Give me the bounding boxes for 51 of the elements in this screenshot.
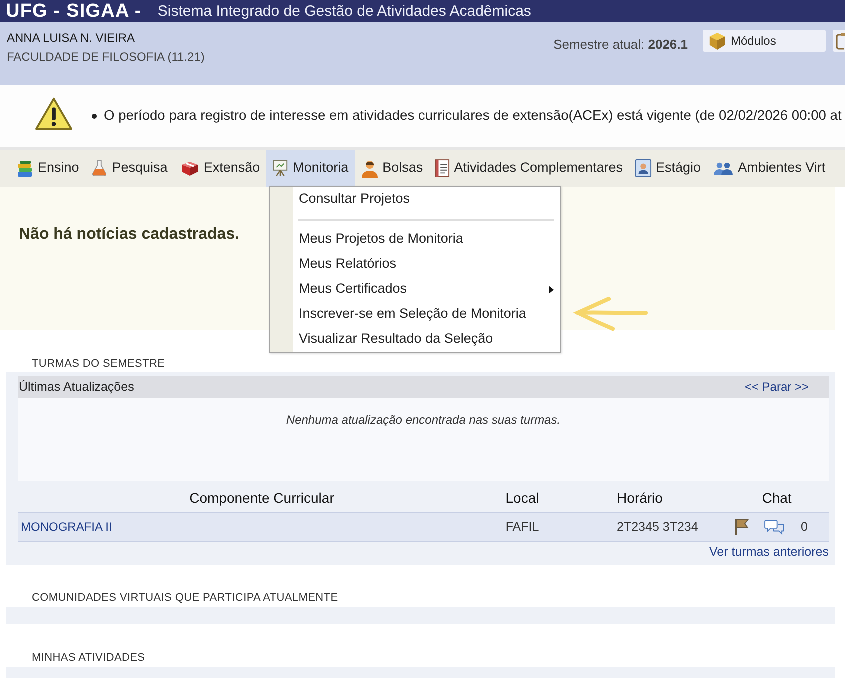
menu-tab[interactable]: Pesquisa bbox=[85, 150, 174, 187]
stop-link[interactable]: << Parar >> bbox=[744, 378, 809, 396]
menu-item[interactable]: Meus Projetos de Monitoria bbox=[270, 227, 560, 252]
modules-button[interactable]: Módulos bbox=[703, 30, 826, 52]
id-card-icon bbox=[635, 159, 652, 178]
section-title: COMUNIDADES VIRTUAIS QUE PARTICIPA ATUALMENTE bbox=[31, 591, 340, 606]
system-title: Sistema Integrado de Gestão de Atividades Acadêmicas bbox=[158, 4, 532, 18]
easel-icon bbox=[272, 160, 290, 177]
menu-item[interactable]: Inscrever-se em Seleção de Monitoria bbox=[270, 302, 560, 327]
previous-classes-link[interactable]: Ver turmas anteriores bbox=[710, 545, 829, 560]
brand-title: UFG - SIGAA - bbox=[5, 2, 142, 20]
bullet-icon bbox=[92, 114, 97, 118]
column-header: Componente Curricular bbox=[188, 489, 336, 508]
document-icon bbox=[435, 159, 450, 178]
menu-tab[interactable]: Ambientes Virt bbox=[707, 150, 832, 187]
menu-tab[interactable]: Estágio bbox=[629, 150, 708, 187]
flask-icon bbox=[91, 160, 108, 177]
column-header: Horário bbox=[616, 489, 664, 508]
clipboard-icon bbox=[836, 32, 845, 50]
section-title: TURMAS DO SEMESTRE bbox=[31, 357, 166, 372]
books-icon bbox=[16, 160, 34, 178]
toolbar-button[interactable] bbox=[833, 30, 845, 52]
section-title: MINHAS ATIVIDADES bbox=[31, 651, 146, 666]
menu-tab[interactable]: Extensão bbox=[174, 150, 266, 187]
user-name: ANNA LUISA N. VIEIRA bbox=[7, 31, 136, 46]
course-link[interactable]: MONOGRAFIA II bbox=[21, 520, 112, 534]
column-header: Chat bbox=[761, 489, 793, 508]
menu-tab[interactable]: Ensino bbox=[10, 150, 86, 187]
column-header: Local bbox=[504, 489, 540, 508]
semester-label: Semestre atual: 2026.1 bbox=[554, 36, 688, 54]
menu-item[interactable]: Visualizar Resultado da Seleção bbox=[270, 327, 560, 352]
unit-name: FACULDADE DE FILOSOFIA (11.21) bbox=[7, 50, 205, 65]
menu-item[interactable]: Meus Certificados bbox=[270, 277, 560, 302]
flag-icon[interactable] bbox=[733, 518, 751, 536]
empty-message: Nenhuma atualização encontrada nas suas turmas. bbox=[286, 413, 561, 427]
news-message: Não há notícias cadastradas. bbox=[19, 226, 240, 243]
box-icon bbox=[180, 160, 200, 177]
people-icon bbox=[713, 160, 734, 177]
person-icon bbox=[360, 160, 379, 178]
table-cell-text: 2T2345 3T234 bbox=[616, 518, 700, 536]
chat-count: 0 bbox=[801, 518, 808, 536]
menu-tab[interactable]: Monitoria bbox=[266, 150, 355, 187]
cube-icon bbox=[708, 32, 727, 50]
chat-icon[interactable] bbox=[764, 518, 785, 536]
updates-title: Últimas Atualizações bbox=[19, 378, 134, 396]
submenu-arrow-icon bbox=[549, 286, 554, 294]
notice-text: O período para registro de interesse em atividades curriculares de extensão(ACEx) está vigente (de 02/02/2026 00:00 at bbox=[104, 106, 842, 125]
menu-item[interactable]: Meus Relatórios bbox=[270, 252, 560, 277]
warning-icon bbox=[34, 96, 74, 132]
table-cell-text: FAFIL bbox=[504, 518, 540, 536]
menu-item[interactable]: Consultar Projetos bbox=[270, 187, 560, 212]
